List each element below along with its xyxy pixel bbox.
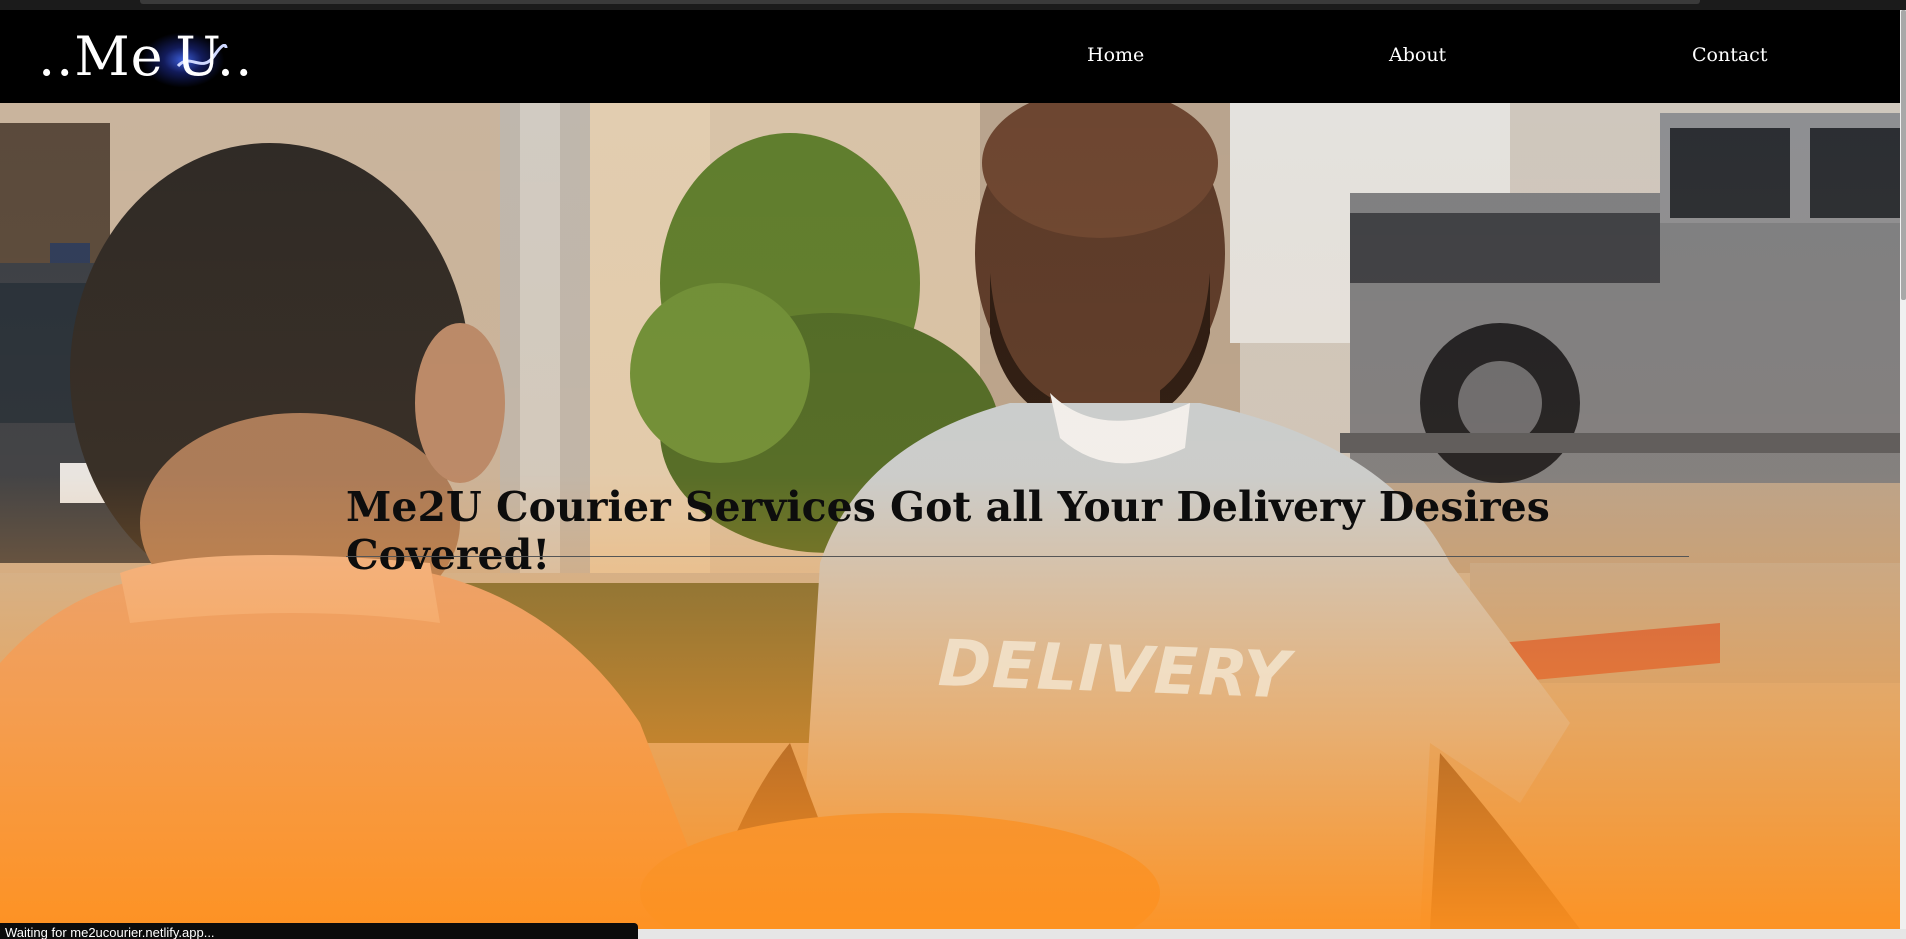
page-scrollbar[interactable] — [1900, 10, 1906, 929]
hero-headline: Me2U Courier Services Got all Your Deliv… — [346, 483, 1550, 579]
headline-divider — [346, 556, 1689, 557]
browser-tab-edge — [140, 0, 1700, 4]
navbar: ..Me U.. Home About Contact — [0, 10, 1900, 103]
shirt-print: DELIVERY — [936, 627, 1292, 714]
nav-link-contact[interactable]: Contact — [1692, 44, 1767, 66]
site-logo[interactable]: ..Me U.. — [38, 24, 254, 90]
hero-section: DELIVERY Me2U Courier Services Got all Y… — [0, 103, 1900, 929]
logo-text: ..Me U.. — [38, 24, 254, 88]
browser-status-bar: Waiting for me2ucourier.netlify.app... — [0, 923, 638, 939]
browser-top-strip — [0, 0, 1906, 10]
nav-link-home[interactable]: Home — [1087, 44, 1144, 66]
nav-link-about[interactable]: About — [1389, 44, 1446, 66]
scrollbar-thumb[interactable] — [1901, 10, 1906, 300]
